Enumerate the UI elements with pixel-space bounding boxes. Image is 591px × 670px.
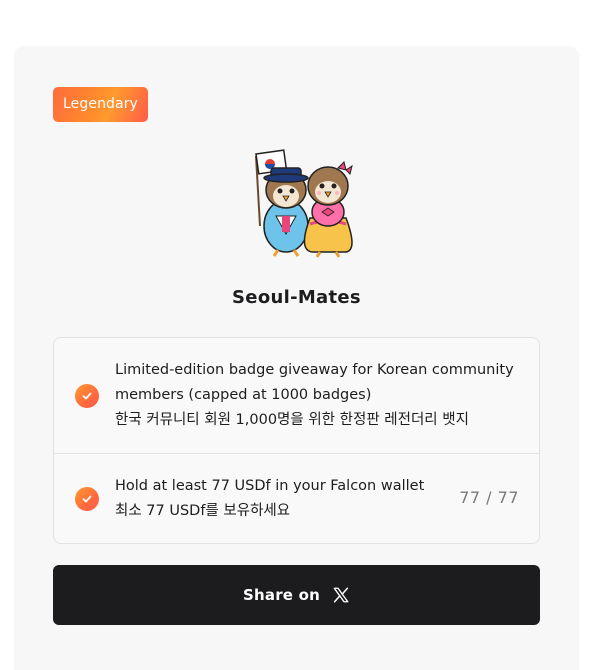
x-logo-icon xyxy=(333,587,349,603)
share-on-x-button[interactable]: Share on xyxy=(53,565,540,625)
tier-badge: Legendary xyxy=(53,87,148,122)
requirement-text-ko: 한국 커뮤니티 회원 1,000명을 위한 한정판 레전더리 뱃지 xyxy=(115,412,469,428)
requirement-text-en-line1: Limited-edition badge giveaway for Korea… xyxy=(115,362,514,378)
requirement-text-en: Hold at least 77 USDf in your Falcon wal… xyxy=(115,478,425,494)
check-circle-icon xyxy=(75,384,99,408)
share-button-label: Share on xyxy=(243,586,320,604)
requirement-item: Hold at least 77 USDf in your Falcon wal… xyxy=(54,454,539,543)
requirement-description: Hold at least 77 USDf in your Falcon wal… xyxy=(115,474,510,524)
seoul-mates-mascot-illustration xyxy=(255,149,353,258)
requirement-item: Limited-edition badge giveaway for Korea… xyxy=(54,338,539,454)
requirement-text-en-line2: members (capped at 1000 badges) xyxy=(115,387,372,403)
requirement-text-ko: 최소 77 USDf를 보유하세요 xyxy=(115,503,291,519)
requirement-progress: 77 / 77 xyxy=(459,488,519,507)
requirements-list: Limited-edition badge giveaway for Korea… xyxy=(53,337,540,544)
check-circle-icon xyxy=(75,487,99,511)
badge-title: Seoul-Mates xyxy=(232,287,361,308)
badge-card: Legendary Seoul-Mates Limited-edition ba… xyxy=(14,46,579,670)
requirement-description: Limited-edition badge giveaway for Korea… xyxy=(115,358,514,433)
